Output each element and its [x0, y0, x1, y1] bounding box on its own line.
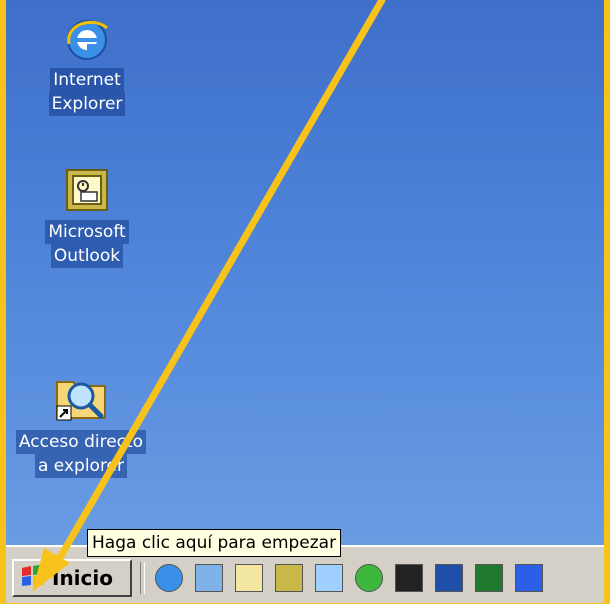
start-button[interactable]: Inicio	[12, 559, 132, 597]
word-icon[interactable]	[435, 564, 463, 592]
explorer-shortcut-icon	[53, 368, 109, 424]
desktop-icon-label: Internet	[50, 68, 124, 92]
desktop-icon-label: Acceso directo	[15, 430, 147, 454]
internet-explorer-icon	[63, 14, 111, 62]
desktop[interactable]: Internet Explorer Microsoft Outlook Acce…	[6, 0, 604, 545]
program-icon[interactable]	[395, 564, 423, 592]
start-tooltip: Haga clic aquí para empezar	[87, 529, 342, 557]
outlook-icon	[63, 166, 111, 214]
media-player-icon[interactable]	[355, 564, 383, 592]
quick-launch-toolbar	[140, 559, 555, 597]
desktop-icon-internet-explorer[interactable]: Internet Explorer	[32, 14, 142, 116]
desktop-icon-label: Microsoft	[45, 220, 129, 244]
desktop-icon-label: a explorer	[34, 454, 128, 478]
outlook-express-icon[interactable]	[195, 564, 223, 592]
excel-icon[interactable]	[475, 564, 503, 592]
notepad-icon[interactable]	[235, 564, 263, 592]
toolbar-separator	[140, 562, 145, 594]
internet-explorer-icon[interactable]	[155, 564, 183, 592]
desktop-icon-label: Outlook	[50, 244, 124, 268]
clock-icon[interactable]	[275, 564, 303, 592]
windows-logo-icon	[20, 564, 46, 592]
desktop-icon-label: Explorer	[48, 92, 126, 116]
start-button-label: Inicio	[52, 566, 113, 590]
app-icon[interactable]	[515, 564, 543, 592]
desktop-icon-outlook[interactable]: Microsoft Outlook	[32, 166, 142, 268]
desktop-icon-explorer-shortcut[interactable]: Acceso directo a explorer	[6, 368, 156, 478]
search-icon[interactable]	[315, 564, 343, 592]
